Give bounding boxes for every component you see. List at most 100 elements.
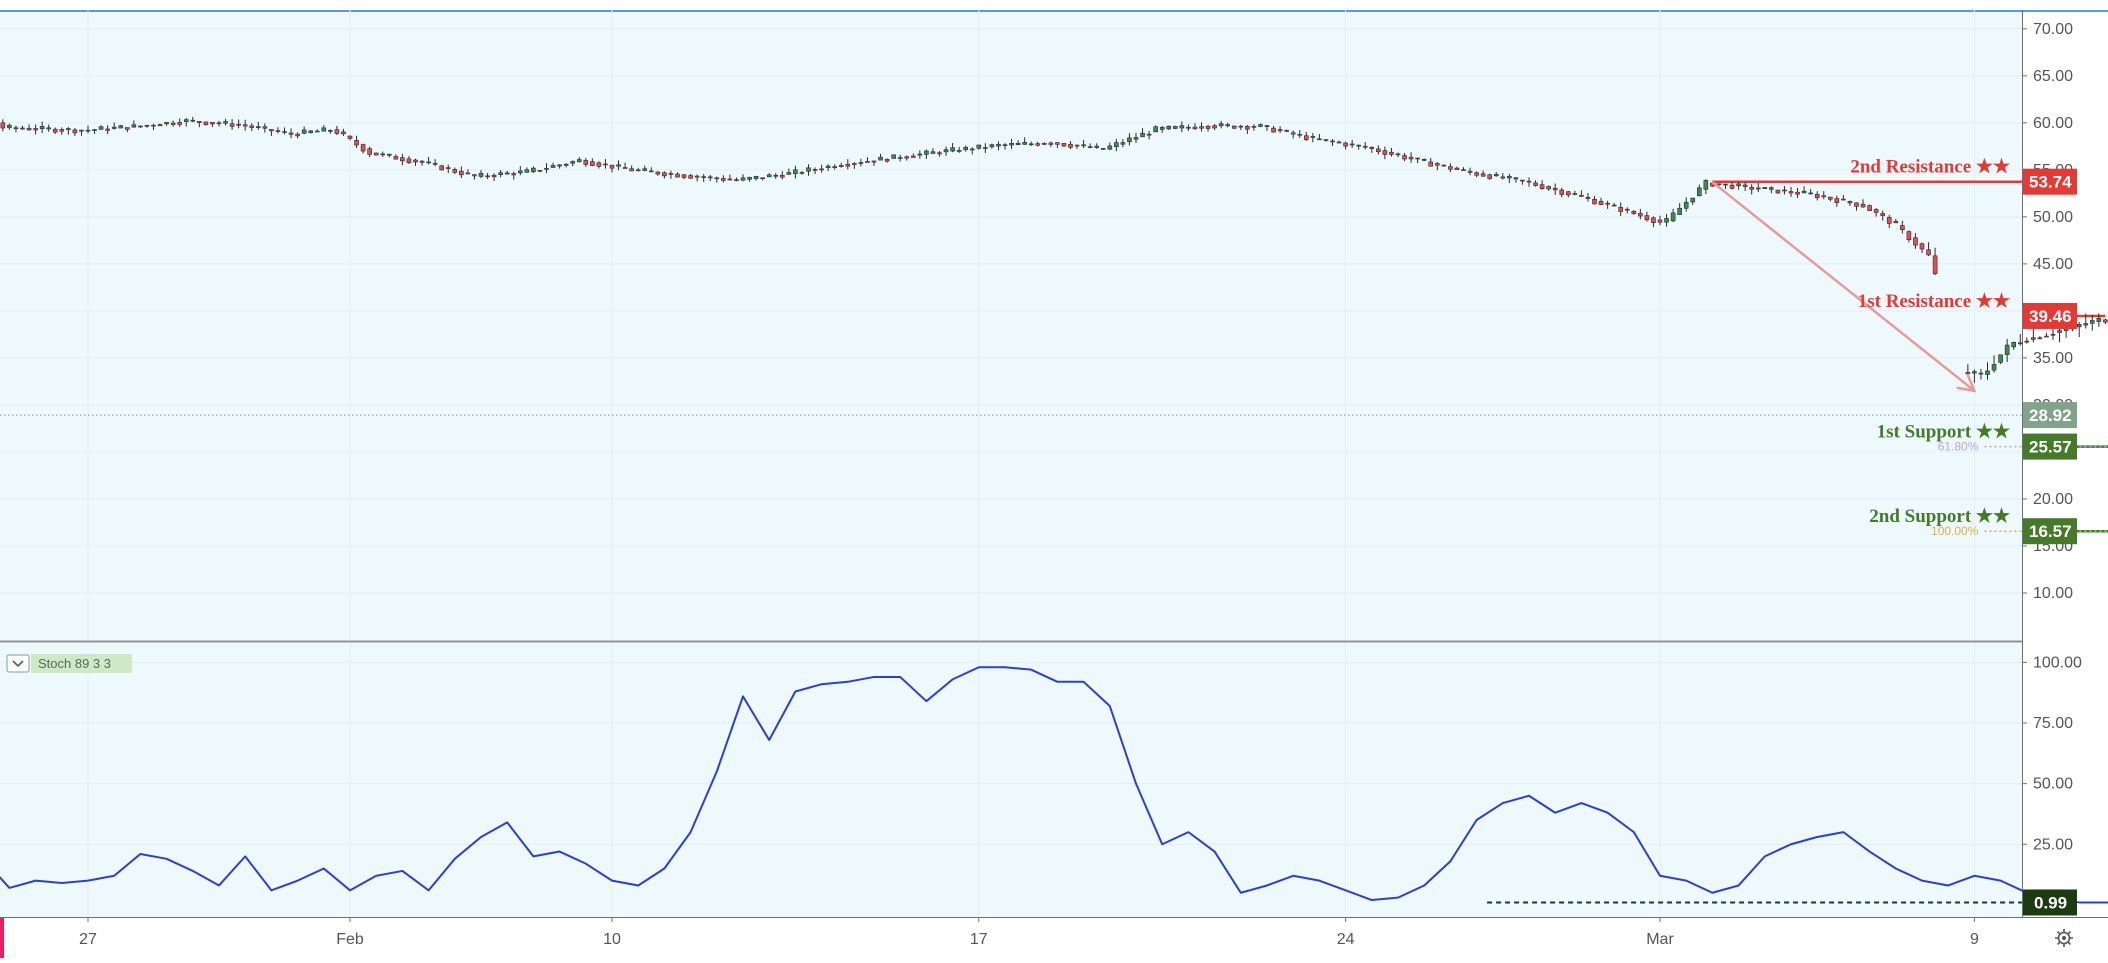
- candle-body: [1487, 174, 1492, 179]
- candle-body: [1919, 243, 1925, 250]
- candle-body: [721, 178, 726, 181]
- candle-body: [269, 129, 274, 132]
- candle-body: [983, 147, 988, 149]
- candle-body: [1166, 125, 1172, 130]
- candle-body: [622, 167, 628, 169]
- candle-body: [1742, 184, 1748, 187]
- candle-body: [629, 168, 634, 172]
- candle-body: [1421, 158, 1427, 161]
- candle-body: [472, 174, 477, 177]
- candle-body: [609, 164, 615, 169]
- candle-body: [1402, 155, 1407, 160]
- candle-body: [576, 159, 582, 163]
- candle-body: [1611, 204, 1617, 207]
- candle-body: [1199, 126, 1204, 129]
- candle-body: [1179, 125, 1185, 129]
- candle-body: [1552, 187, 1558, 191]
- candle-body: [1808, 192, 1813, 195]
- candle-body: [1068, 143, 1073, 148]
- candle-body: [1376, 148, 1381, 153]
- candle-body: [1015, 142, 1021, 145]
- candle-body: [1461, 169, 1466, 171]
- candle-body: [1336, 141, 1342, 144]
- candle-body: [485, 175, 490, 178]
- candle-body: [727, 178, 733, 181]
- candle-body: [1212, 125, 1217, 129]
- candle-body: [1703, 180, 1709, 190]
- candle-body: [943, 149, 949, 153]
- price-tick-label: 70.00: [2033, 21, 2073, 38]
- candle-body: [1651, 217, 1656, 223]
- candle-body: [66, 128, 71, 130]
- candle-body: [1284, 130, 1289, 132]
- candle-body: [1566, 191, 1571, 196]
- candle-body: [740, 177, 746, 181]
- candle-body: [1297, 133, 1303, 136]
- stoch-tick-label: 25.00: [2033, 836, 2073, 853]
- candle-body: [1304, 135, 1309, 140]
- candle-body: [963, 146, 969, 150]
- candle-body: [426, 161, 431, 164]
- candle-body: [832, 166, 838, 168]
- candle-body: [1192, 126, 1198, 130]
- candle-body: [478, 172, 484, 177]
- level-value-label: 53.74: [2029, 173, 2072, 192]
- time-tick-label: 27: [79, 931, 97, 948]
- candle-body: [544, 168, 549, 170]
- candle-body: [1886, 217, 1892, 224]
- candle-body: [1159, 127, 1165, 130]
- candle-body: [111, 126, 117, 129]
- candle-body: [354, 140, 359, 146]
- candle-body: [668, 173, 674, 175]
- stoch-pane[interactable]: [0, 643, 2022, 917]
- stoch-legend[interactable]: Stoch 89 3 3: [6, 654, 132, 673]
- candle-body: [301, 129, 307, 134]
- candle-body: [1205, 125, 1211, 129]
- candle-body: [1749, 186, 1754, 190]
- candle-body: [249, 125, 255, 128]
- candle-body: [52, 128, 58, 133]
- candle-body: [432, 163, 438, 165]
- candle-body: [1880, 213, 1885, 216]
- stoch-value-label: 0.99: [2034, 893, 2067, 912]
- candle-body: [1290, 132, 1296, 135]
- candle-body: [1998, 354, 2003, 363]
- candle-body: [1972, 371, 1977, 374]
- candle-body: [72, 129, 78, 134]
- candle-body: [1847, 201, 1853, 204]
- candle-body: [439, 165, 445, 171]
- candle-body: [210, 122, 215, 125]
- candle-body: [1435, 163, 1440, 166]
- candle-body: [1690, 197, 1696, 203]
- candle-body: [1146, 133, 1152, 136]
- candle-body: [1153, 126, 1158, 133]
- gear-icon[interactable]: [2055, 929, 2073, 947]
- candle-body: [897, 157, 903, 159]
- candle-body: [648, 170, 654, 173]
- candle-body: [1873, 209, 1879, 213]
- candle-body: [1788, 191, 1794, 194]
- candle-body: [563, 164, 569, 166]
- candle-body: [596, 162, 602, 167]
- candle-body: [1081, 144, 1086, 147]
- level-value-label: 16.57: [2029, 522, 2072, 541]
- candle-body: [98, 126, 104, 130]
- legend-collapse-button[interactable]: [6, 654, 30, 673]
- candle-body: [1349, 143, 1355, 146]
- candle-body: [1258, 124, 1263, 127]
- chart-canvas: 61.80%100.00% 10.0015.0020.0025.0030.003…: [0, 0, 2108, 958]
- candle-body: [642, 168, 648, 171]
- candle-body: [465, 172, 471, 175]
- candle-body: [1991, 364, 1997, 371]
- candle-body: [1828, 196, 1833, 200]
- candle-body: [33, 128, 38, 131]
- candle-body: [1736, 183, 1741, 187]
- candle-body: [223, 121, 228, 124]
- candle-body: [812, 169, 818, 171]
- candle-body: [131, 124, 137, 128]
- candle-body: [707, 176, 713, 179]
- candle-body: [1978, 372, 1984, 375]
- candle-body: [1854, 202, 1859, 207]
- price-tick-label: 10.00: [2033, 585, 2073, 602]
- candle-body: [7, 124, 12, 128]
